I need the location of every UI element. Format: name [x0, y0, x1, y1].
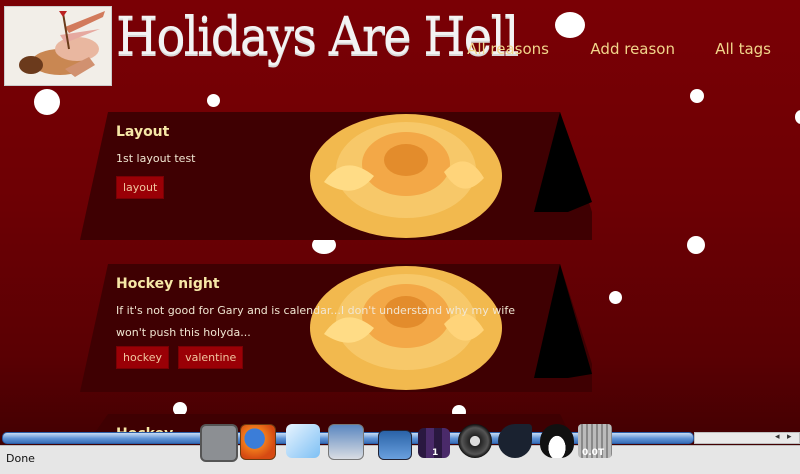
snowflake: [687, 236, 705, 254]
reason-text: If it's not good for Gary and is calenda…: [116, 304, 515, 339]
reason-text: 1st layout test: [116, 152, 196, 165]
page: Holidays Are Hell All reasons Add reason…: [0, 0, 800, 474]
nav-all-tags[interactable]: All tags: [715, 40, 771, 58]
snowflake: [795, 110, 800, 124]
scroll-controls: ◂ ▸: [694, 432, 800, 444]
scroll-right-arrow-icon[interactable]: ▸: [787, 432, 792, 442]
tag-link[interactable]: valentine: [178, 346, 244, 369]
nav-all-reasons[interactable]: All reasons: [467, 40, 549, 58]
trash-icon[interactable]: 0.0T: [578, 424, 612, 458]
linux-penguin-icon[interactable]: [540, 424, 574, 458]
snowflake: [207, 94, 220, 107]
reason-title[interactable]: Hockey night: [116, 276, 220, 292]
workspace-badge: 1: [432, 448, 439, 458]
terminal-icon[interactable]: [200, 424, 238, 462]
tag-link[interactable]: layout: [116, 176, 165, 199]
snowflake: [555, 12, 585, 38]
tag-list: layout: [116, 176, 168, 199]
reason-card: Layout 1st layout test layout: [80, 112, 600, 240]
reason-card: Hockey night If it's not good for Gary a…: [80, 264, 600, 392]
speaker-icon[interactable]: [458, 424, 492, 458]
site-title[interactable]: Holidays Are Hell: [116, 2, 520, 72]
scroll-left-arrow-icon[interactable]: ◂: [775, 432, 780, 442]
quill-icon[interactable]: [286, 424, 320, 458]
snowflake: [609, 291, 622, 304]
reason-title[interactable]: Layout: [116, 124, 169, 140]
tag-link[interactable]: hockey: [116, 346, 170, 369]
workspace-icon[interactable]: 1: [418, 428, 450, 458]
status-text: Done: [6, 452, 35, 465]
snowflake: [34, 89, 60, 115]
desktop-icon[interactable]: [378, 430, 412, 460]
cupid-logo-icon[interactable]: [4, 6, 112, 86]
scanner-icon[interactable]: [328, 424, 364, 460]
chat-icon[interactable]: [498, 424, 532, 458]
rose-icon: [310, 114, 502, 238]
tag-list: hockey valentine: [116, 346, 247, 369]
firefox-icon[interactable]: [240, 424, 276, 460]
snowflake: [690, 89, 704, 103]
nav-add-reason[interactable]: Add reason: [590, 40, 675, 58]
trash-badge: 0.0T: [582, 448, 605, 458]
app-dock: 1 0.0T: [160, 418, 640, 474]
